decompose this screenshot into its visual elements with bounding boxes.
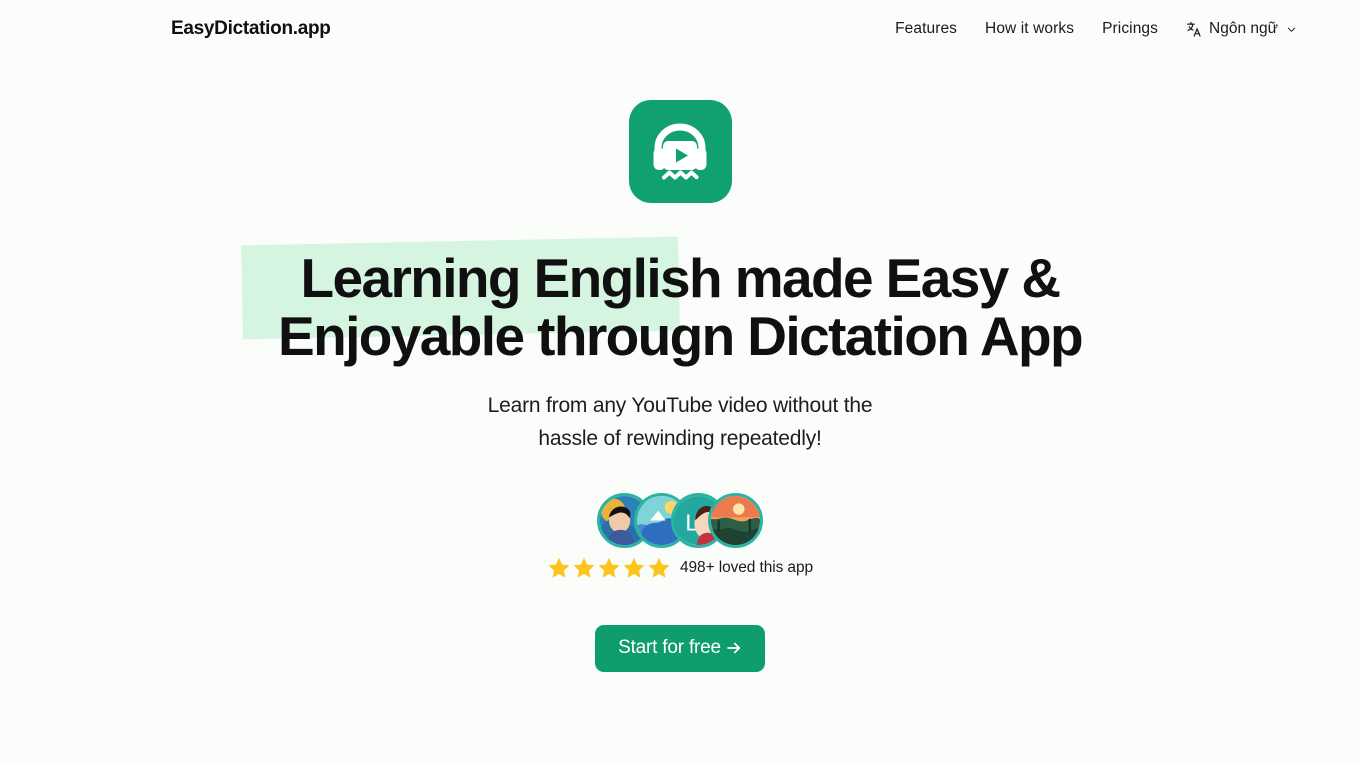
start-for-free-label: Start for free <box>618 636 721 658</box>
headline-line-1: Learning English made Easy & <box>230 236 1130 340</box>
language-switcher[interactable]: Ngôn ngữ <box>1172 14 1303 44</box>
nav-link-features[interactable]: Features <box>881 14 971 44</box>
star-icon <box>572 556 596 580</box>
translate-icon <box>1186 21 1203 38</box>
hero-headline: Learning English made Easy & Enjoyable t… <box>230 236 1130 368</box>
star-icon <box>647 556 671 580</box>
star-icon <box>622 556 646 580</box>
star-icon <box>597 556 621 580</box>
main-navigation: Features How it works Pricings Ngôn ngữ <box>881 14 1303 44</box>
brand-logo-text[interactable]: EasyDictation.app <box>171 18 331 40</box>
headline-line-1-rest: made Easy & <box>721 247 1061 309</box>
nav-link-pricings[interactable]: Pricings <box>1088 14 1172 44</box>
avatar-group: L <box>597 493 763 549</box>
rating-text: 498+ loved this app <box>680 558 813 576</box>
chevron-down-icon <box>1284 24 1297 35</box>
hero-subtitle-line-1: Learn from any YouTube video without the <box>487 393 873 417</box>
star-icon <box>547 556 571 580</box>
nav-link-how-it-works[interactable]: How it works <box>971 14 1088 44</box>
cta-wrapper: Start for free <box>595 624 765 672</box>
social-proof: L 498+ loved this app <box>547 493 813 580</box>
headline-highlighted-text: Learning English <box>300 247 722 309</box>
hero-subtitle-line-2: hassle of rewinding repeatedly! <box>538 426 822 450</box>
hero-subtitle: Learn from any YouTube video without the… <box>488 390 873 456</box>
star-rating <box>547 556 671 580</box>
app-logo-icon <box>628 100 732 203</box>
language-switcher-label: Ngôn ngữ <box>1209 20 1278 37</box>
headline-line-2: Enjoyable througn Dictation App <box>278 305 1084 368</box>
avatar <box>708 493 763 549</box>
start-for-free-button[interactable]: Start for free <box>595 624 765 672</box>
rating-row: 498+ loved this app <box>547 556 813 580</box>
site-header: EasyDictation.app Features How it works … <box>0 0 1360 58</box>
hero-section: Learning English made Easy & Enjoyable t… <box>0 58 1360 672</box>
arrow-right-icon <box>725 638 743 657</box>
